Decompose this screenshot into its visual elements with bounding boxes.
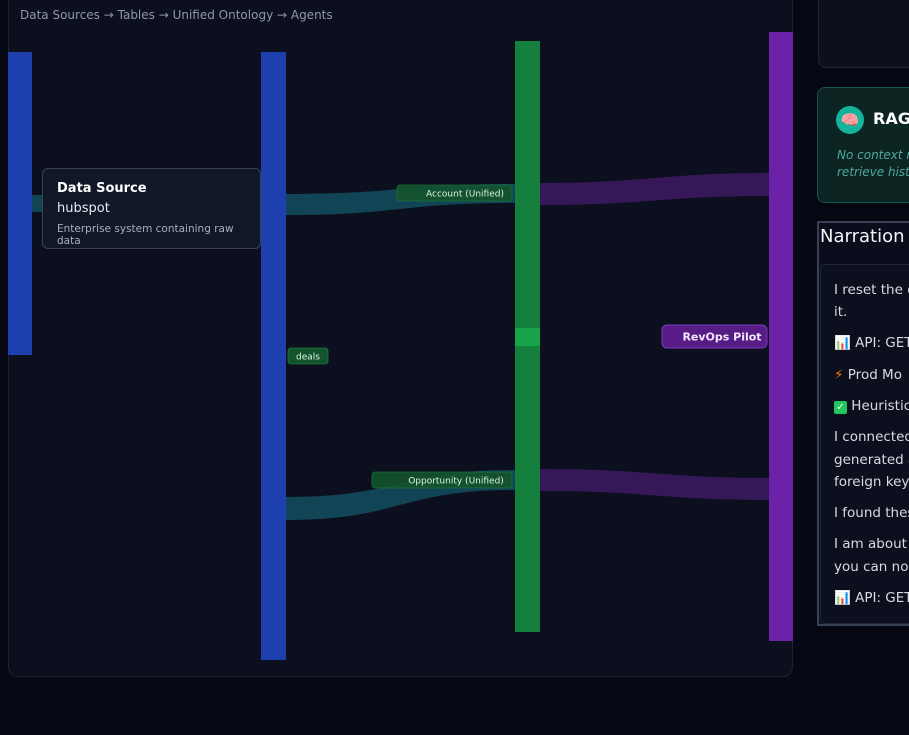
rag-title: RAG — [873, 109, 909, 128]
flow-opportunity-to-agent[interactable] — [540, 469, 772, 500]
narration-item: 📊 API: GET — [834, 590, 909, 606]
node-tooltip: Data Source hubspot Enterprise system co… — [42, 168, 261, 249]
label-account: Account (Unified) — [426, 190, 504, 200]
narration-line: it. — [834, 304, 848, 320]
label-agent: RevOps Pilot — [682, 331, 761, 344]
narration-title: Narration — [820, 226, 905, 247]
chart-icon: 📊 — [834, 590, 851, 606]
rag-text-line-2: retrieve histo — [837, 165, 909, 179]
node-agent-revops[interactable] — [769, 32, 793, 641]
chart-icon: 📊 — [834, 335, 851, 351]
label-deals: deals — [296, 353, 320, 363]
rag-text-line-1: No context r — [837, 148, 909, 162]
tooltip-value: hubspot — [57, 201, 110, 216]
top-card — [818, 0, 909, 68]
narration-item: ✓ Heuristic — [834, 398, 909, 414]
brain-icon: 🧠 — [836, 106, 864, 134]
narration-line: I connected — [834, 429, 909, 445]
tooltip-description: Enterprise system containing raw data — [57, 223, 234, 247]
narration-line: you can now — [834, 559, 909, 575]
narration-line: I reset the d — [834, 282, 909, 298]
check-icon: ✓ — [834, 401, 847, 414]
node-ontology-highlight — [515, 328, 540, 346]
narration-item-text: API: GET — [855, 590, 909, 606]
label-opportunity: Opportunity (Unified) — [408, 477, 504, 487]
narration-item-text: Heuristic — [851, 398, 909, 414]
narration-item-text: API: GET — [855, 335, 909, 351]
node-source-hubspot[interactable] — [8, 52, 32, 355]
narration-line: generated a — [834, 452, 909, 468]
flow-account-to-agent[interactable] — [540, 173, 772, 205]
narration-line: I found thes — [834, 505, 909, 521]
narration-item: ⚡ Prod Mo — [834, 367, 902, 383]
narration-line: I am about 8 — [834, 536, 909, 552]
rag-card: 🧠 RAG No context r retrieve histo — [817, 87, 909, 203]
rag-text: No context r retrieve histo — [837, 147, 909, 181]
narration-item: 📊 API: GET — [834, 335, 909, 351]
lightning-icon: ⚡ — [834, 367, 844, 383]
narration-item-text: Prod Mo — [847, 367, 902, 383]
node-table-deals[interactable] — [261, 52, 286, 660]
sankey-diagram: Account (Unified) deals Opportunity (Uni… — [8, 32, 793, 660]
narration-line: foreign keys — [834, 474, 909, 490]
tooltip-title: Data Source — [57, 181, 147, 196]
